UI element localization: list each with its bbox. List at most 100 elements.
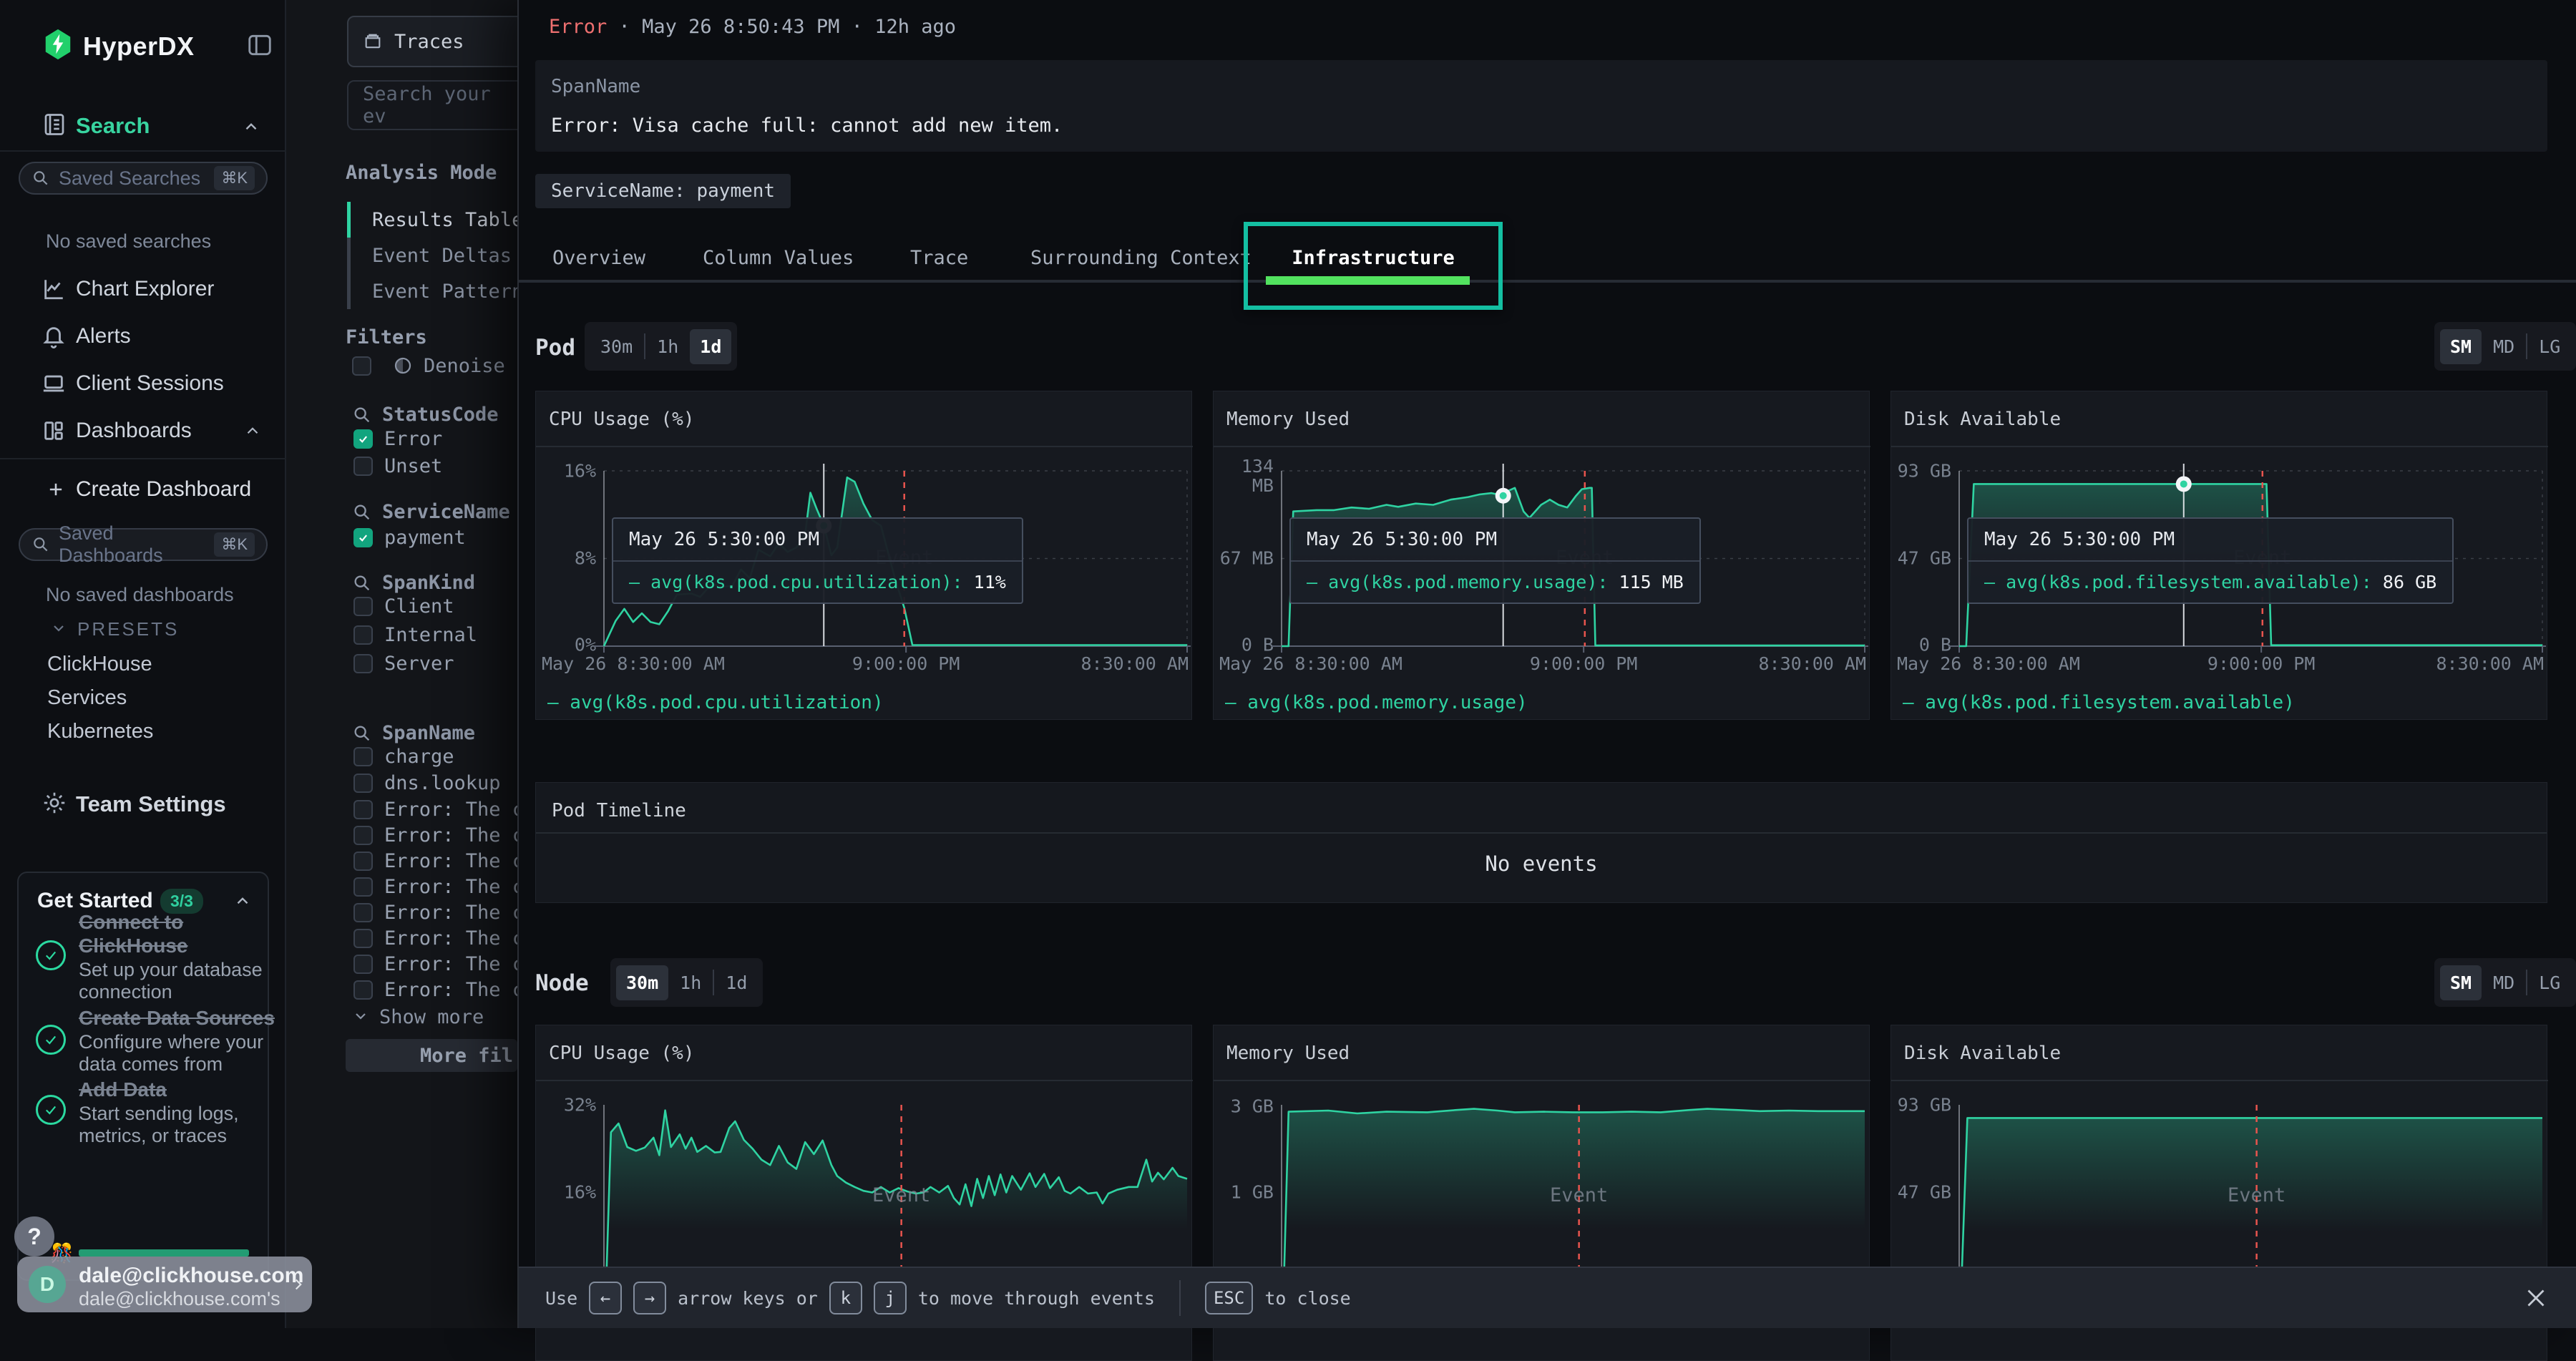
filter-option-label[interactable]: charge	[384, 746, 454, 768]
sidebar-item-dashboards[interactable]: Dashboards	[0, 411, 286, 451]
pod-range-button-1h[interactable]: 1h	[647, 329, 688, 364]
filter-option-label[interactable]: Error	[384, 428, 442, 450]
chart-legend[interactable]: — avg(k8s.pod.filesystem.available)	[1903, 692, 2295, 713]
filter-checkbox-error-the-cr[interactable]	[353, 852, 373, 871]
filter-checkbox-error-the-cr[interactable]	[353, 877, 373, 897]
filter-option-label[interactable]: Error: The cr	[384, 927, 517, 950]
help-button[interactable]: ?	[14, 1216, 54, 1257]
analysis-mode-label: Analysis Mode	[346, 162, 497, 184]
pod-size-button-lg[interactable]: LG	[2529, 329, 2570, 364]
filter-checkbox-client[interactable]	[353, 597, 373, 616]
sidebar-item-search[interactable]: Search	[76, 113, 150, 139]
filter-checkbox-error-the-cr[interactable]	[353, 955, 373, 974]
preset-link-clickhouse[interactable]: ClickHouse	[47, 653, 152, 676]
filter-checkbox-dns-lookup[interactable]	[353, 774, 373, 793]
pod-chart-disk-available[interactable]: Disk Available93 GB47 GB0 BEventMay 26 8…	[1890, 391, 2547, 720]
j-key[interactable]: j	[874, 1282, 907, 1314]
filter-checkbox-payment[interactable]	[353, 528, 373, 547]
pod-timeline-title: Pod Timeline	[552, 800, 686, 821]
node-size-button-sm[interactable]: SM	[2440, 965, 2482, 1000]
arrow-right-key[interactable]: →	[633, 1282, 666, 1314]
mode-option-event-deltas[interactable]: Event Deltas	[372, 245, 512, 267]
filter-option-label[interactable]: Server	[384, 653, 454, 675]
event-search-input[interactable]: Search your ev	[347, 80, 517, 130]
preset-link-services[interactable]: Services	[47, 686, 127, 710]
source-select[interactable]: Traces	[347, 16, 517, 67]
filter-checkbox-unset[interactable]	[353, 457, 373, 476]
chevron-down-icon[interactable]	[50, 620, 67, 637]
show-more-button[interactable]: Show more	[379, 1006, 484, 1028]
denoise-label[interactable]: Denoise Re	[424, 355, 517, 377]
chart-legend[interactable]: — avg(k8s.pod.memory.usage)	[1225, 692, 1528, 713]
filter-option-label[interactable]: Client	[384, 595, 454, 618]
filter-option-label[interactable]: Internal	[384, 624, 477, 646]
filter-option-label[interactable]: dns.lookup	[384, 772, 501, 794]
filter-checkbox-charge[interactable]	[353, 747, 373, 766]
filter-checkbox-error-the-cr[interactable]	[353, 826, 373, 845]
k-key[interactable]: k	[829, 1282, 862, 1314]
filter-option-label[interactable]: payment	[384, 527, 466, 549]
panel-toggle-icon[interactable]	[246, 31, 273, 59]
pod-range-button-1d[interactable]: 1d	[690, 329, 731, 364]
arrow-left-key[interactable]: ←	[589, 1282, 622, 1314]
filter-option-label[interactable]: Error: The cr	[384, 979, 517, 1001]
close-icon[interactable]	[2523, 1285, 2549, 1311]
chart-legend[interactable]: — avg(k8s.pod.cpu.utilization)	[547, 692, 884, 713]
create-dashboard-button[interactable]: Create Dashboard	[0, 469, 286, 509]
mode-option-event-patterns[interactable]: Event Patterns	[372, 281, 517, 303]
pod-size-button-sm[interactable]: SM	[2440, 329, 2482, 364]
filter-checkbox-error-the-cr[interactable]	[353, 903, 373, 922]
node-range-button-1d[interactable]: 1d	[716, 965, 757, 1000]
filter-checkbox-server[interactable]	[353, 654, 373, 673]
user-menu[interactable]: D dale@clickhouse.com dale@clickhouse.co…	[17, 1257, 312, 1312]
pod-size-button-md[interactable]: MD	[2483, 329, 2524, 364]
sidebar-item-chart-explorer[interactable]: Chart Explorer	[0, 269, 286, 309]
chevron-up-icon[interactable]	[242, 117, 260, 136]
esc-key[interactable]: ESC	[1205, 1282, 1253, 1314]
tab-trace[interactable]: Trace	[910, 240, 968, 275]
pod-chart-cpu-usage-[interactable]: CPU Usage (%)16%8%0%EventMay 26 8:30:00 …	[535, 391, 1192, 720]
service-name-chip[interactable]: ServiceName: payment	[535, 174, 791, 208]
filter-option-label[interactable]: Error: The cr	[384, 799, 517, 821]
tab-column-values[interactable]: Column Values	[703, 240, 854, 275]
tab-overview[interactable]: Overview	[552, 240, 645, 275]
divider	[2526, 333, 2527, 359]
filter-checkbox-error-the-cr[interactable]	[353, 980, 373, 1000]
filter-option-label[interactable]: Error: The cr	[384, 876, 517, 898]
sidebar-item-team-settings[interactable]: Team Settings	[76, 791, 226, 817]
get-started-item[interactable]: Connect to ClickHouseSet up your databas…	[79, 910, 288, 1003]
tab-surrounding-context[interactable]: Surrounding Context	[1030, 240, 1252, 275]
filter-option-label[interactable]: Unset	[384, 455, 442, 477]
more-filters-button[interactable]: More fil	[346, 1039, 517, 1072]
filter-option-label[interactable]: Error: The cr	[384, 902, 517, 924]
filter-option-label[interactable]: Error: The cr	[384, 824, 517, 847]
chevron-up-icon[interactable]	[233, 892, 252, 910]
filter-checkbox-error-the-cr[interactable]	[353, 929, 373, 948]
filter-checkbox-internal[interactable]	[353, 625, 373, 645]
mode-option-results-table[interactable]: Results Table	[372, 209, 517, 231]
pod-chart-memory-used[interactable]: Memory Used134 MB67 MB0 BEventMay 26 8:3…	[1213, 391, 1870, 720]
sidebar-item-client-sessions[interactable]: Client Sessions	[0, 364, 286, 404]
create-dashboard-label: Create Dashboard	[76, 477, 251, 502]
sidebar-item-alerts[interactable]: Alerts	[0, 316, 286, 356]
saved-dashboards-input[interactable]: Saved Dashboards ⌘K	[19, 528, 268, 561]
node-range-button-30m[interactable]: 30m	[616, 965, 668, 1000]
node-range-button-1h[interactable]: 1h	[670, 965, 711, 1000]
get-started-item[interactable]: Create Data SourcesConfigure where your …	[79, 1006, 288, 1075]
chevron-down-icon	[352, 1008, 369, 1025]
filter-section-header-servicename: ServiceName	[352, 501, 510, 523]
chart-tooltip: May 26 5:30:00 PM— avg(k8s.pod.memory.us…	[1289, 517, 1701, 604]
pod-range-button-30m[interactable]: 30m	[590, 329, 643, 364]
filter-option-label[interactable]: Error: The cr	[384, 953, 517, 975]
get-started-item[interactable]: Add DataStart sending logs, metrics, or …	[79, 1078, 288, 1147]
filter-checkbox-error[interactable]	[353, 429, 373, 449]
denoise-checkbox[interactable]	[352, 356, 371, 376]
preset-link-kubernetes[interactable]: Kubernetes	[47, 720, 153, 743]
saved-searches-input[interactable]: Saved Searches ⌘K	[19, 162, 268, 195]
saved-searches-placeholder: Saved Searches	[59, 167, 214, 190]
node-size-button-md[interactable]: MD	[2483, 965, 2524, 1000]
filter-option-label[interactable]: Error: The cr	[384, 850, 517, 872]
node-size-button-lg[interactable]: LG	[2529, 965, 2570, 1000]
presets-label[interactable]: PRESETS	[77, 618, 179, 640]
filter-checkbox-error-the-cr[interactable]	[353, 800, 373, 819]
